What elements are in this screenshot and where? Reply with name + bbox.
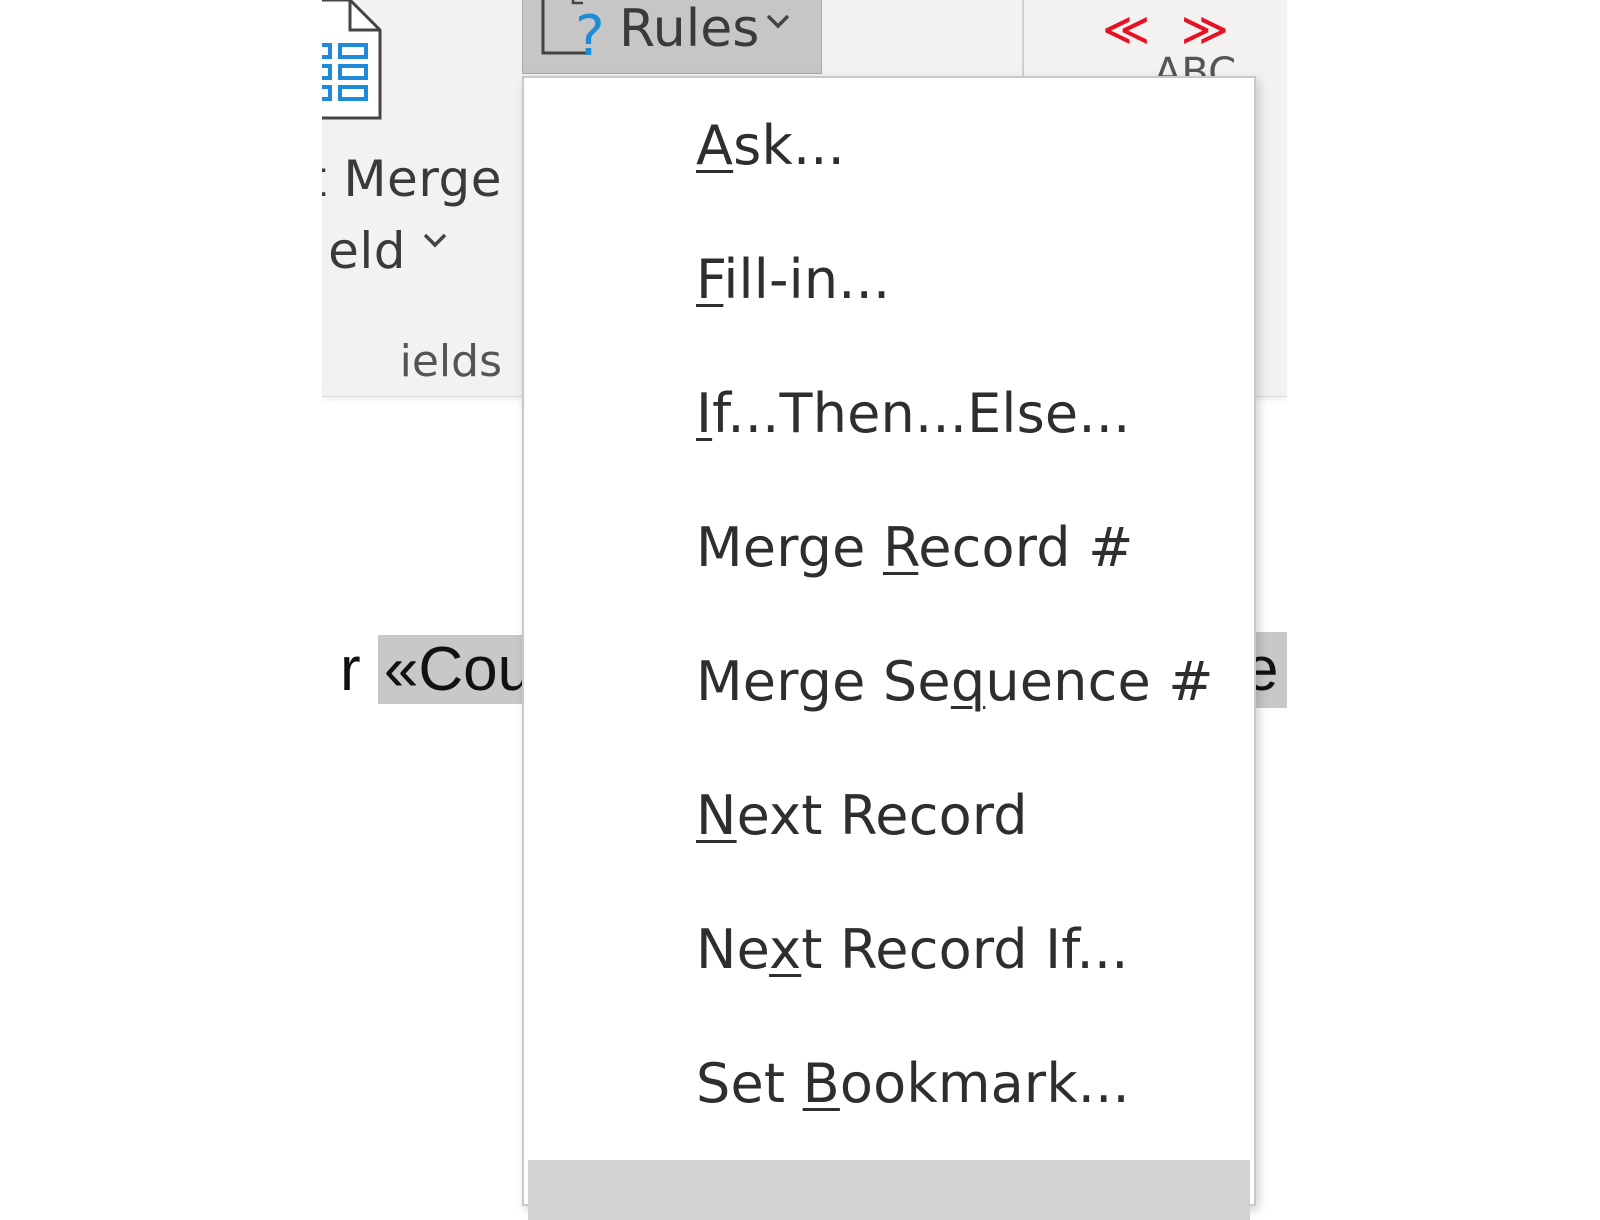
menu-item-label: Merge Sequence #: [696, 650, 1214, 713]
menu-item-if-then-else[interactable]: If...Then...Else...: [524, 346, 1254, 480]
ribbon-group-separator: [1022, 0, 1024, 80]
insert-merge-field-label-line2: eld: [328, 222, 406, 280]
rules-button-label: Rules: [619, 0, 760, 59]
menu-item-merge-sequence[interactable]: Merge Sequence #: [524, 614, 1254, 748]
chevron-down-icon: [423, 233, 447, 248]
merge-field-document-icon: [322, 0, 382, 120]
rules-dropdown-menu: Ask... Fill-in... If...Then...Else... Me…: [522, 76, 1256, 1220]
insert-merge-field-button[interactable]: t Merge eld: [322, 0, 502, 300]
menu-item-ask[interactable]: Ask...: [524, 78, 1254, 212]
rules-button[interactable]: ? Rules: [522, 0, 822, 74]
menu-item-label: If...Then...Else...: [696, 382, 1131, 445]
menu-item-next-record-if[interactable]: Next Record If...: [524, 882, 1254, 1016]
write-insert-fields-group-label: ields: [399, 336, 502, 387]
menu-item-label: Set Bookmark...: [696, 1052, 1130, 1115]
merge-field-tail[interactable]: e: [1252, 632, 1287, 708]
menu-item-merge-record[interactable]: Merge Record #: [524, 480, 1254, 614]
chevron-down-icon: [766, 14, 790, 29]
menu-item-label: Next Record: [696, 784, 1028, 847]
menu-item-fill-in[interactable]: Fill-in...: [524, 212, 1254, 346]
menu-item-label: Merge Record #: [696, 516, 1134, 579]
preview-results-button[interactable]: ≪ ≫ ABC: [1062, 0, 1282, 96]
menu-item-next-record[interactable]: Next Record: [524, 748, 1254, 882]
insert-merge-field-label-line1: t Merge: [322, 150, 502, 208]
rules-question-doc-icon: ?: [541, 0, 605, 65]
menu-item-label: Ask...: [696, 114, 846, 177]
preview-results-icon: ≪ ≫: [1102, 2, 1237, 56]
menu-item-set-bookmark[interactable]: Set Bookmark...: [524, 1016, 1254, 1150]
document-text-prefix: r: [340, 635, 378, 704]
menu-item-highlighted[interactable]: [528, 1160, 1250, 1220]
menu-item-label: Fill-in...: [696, 248, 891, 311]
menu-item-label: Next Record If...: [696, 918, 1129, 981]
svg-text:?: ?: [575, 4, 605, 65]
